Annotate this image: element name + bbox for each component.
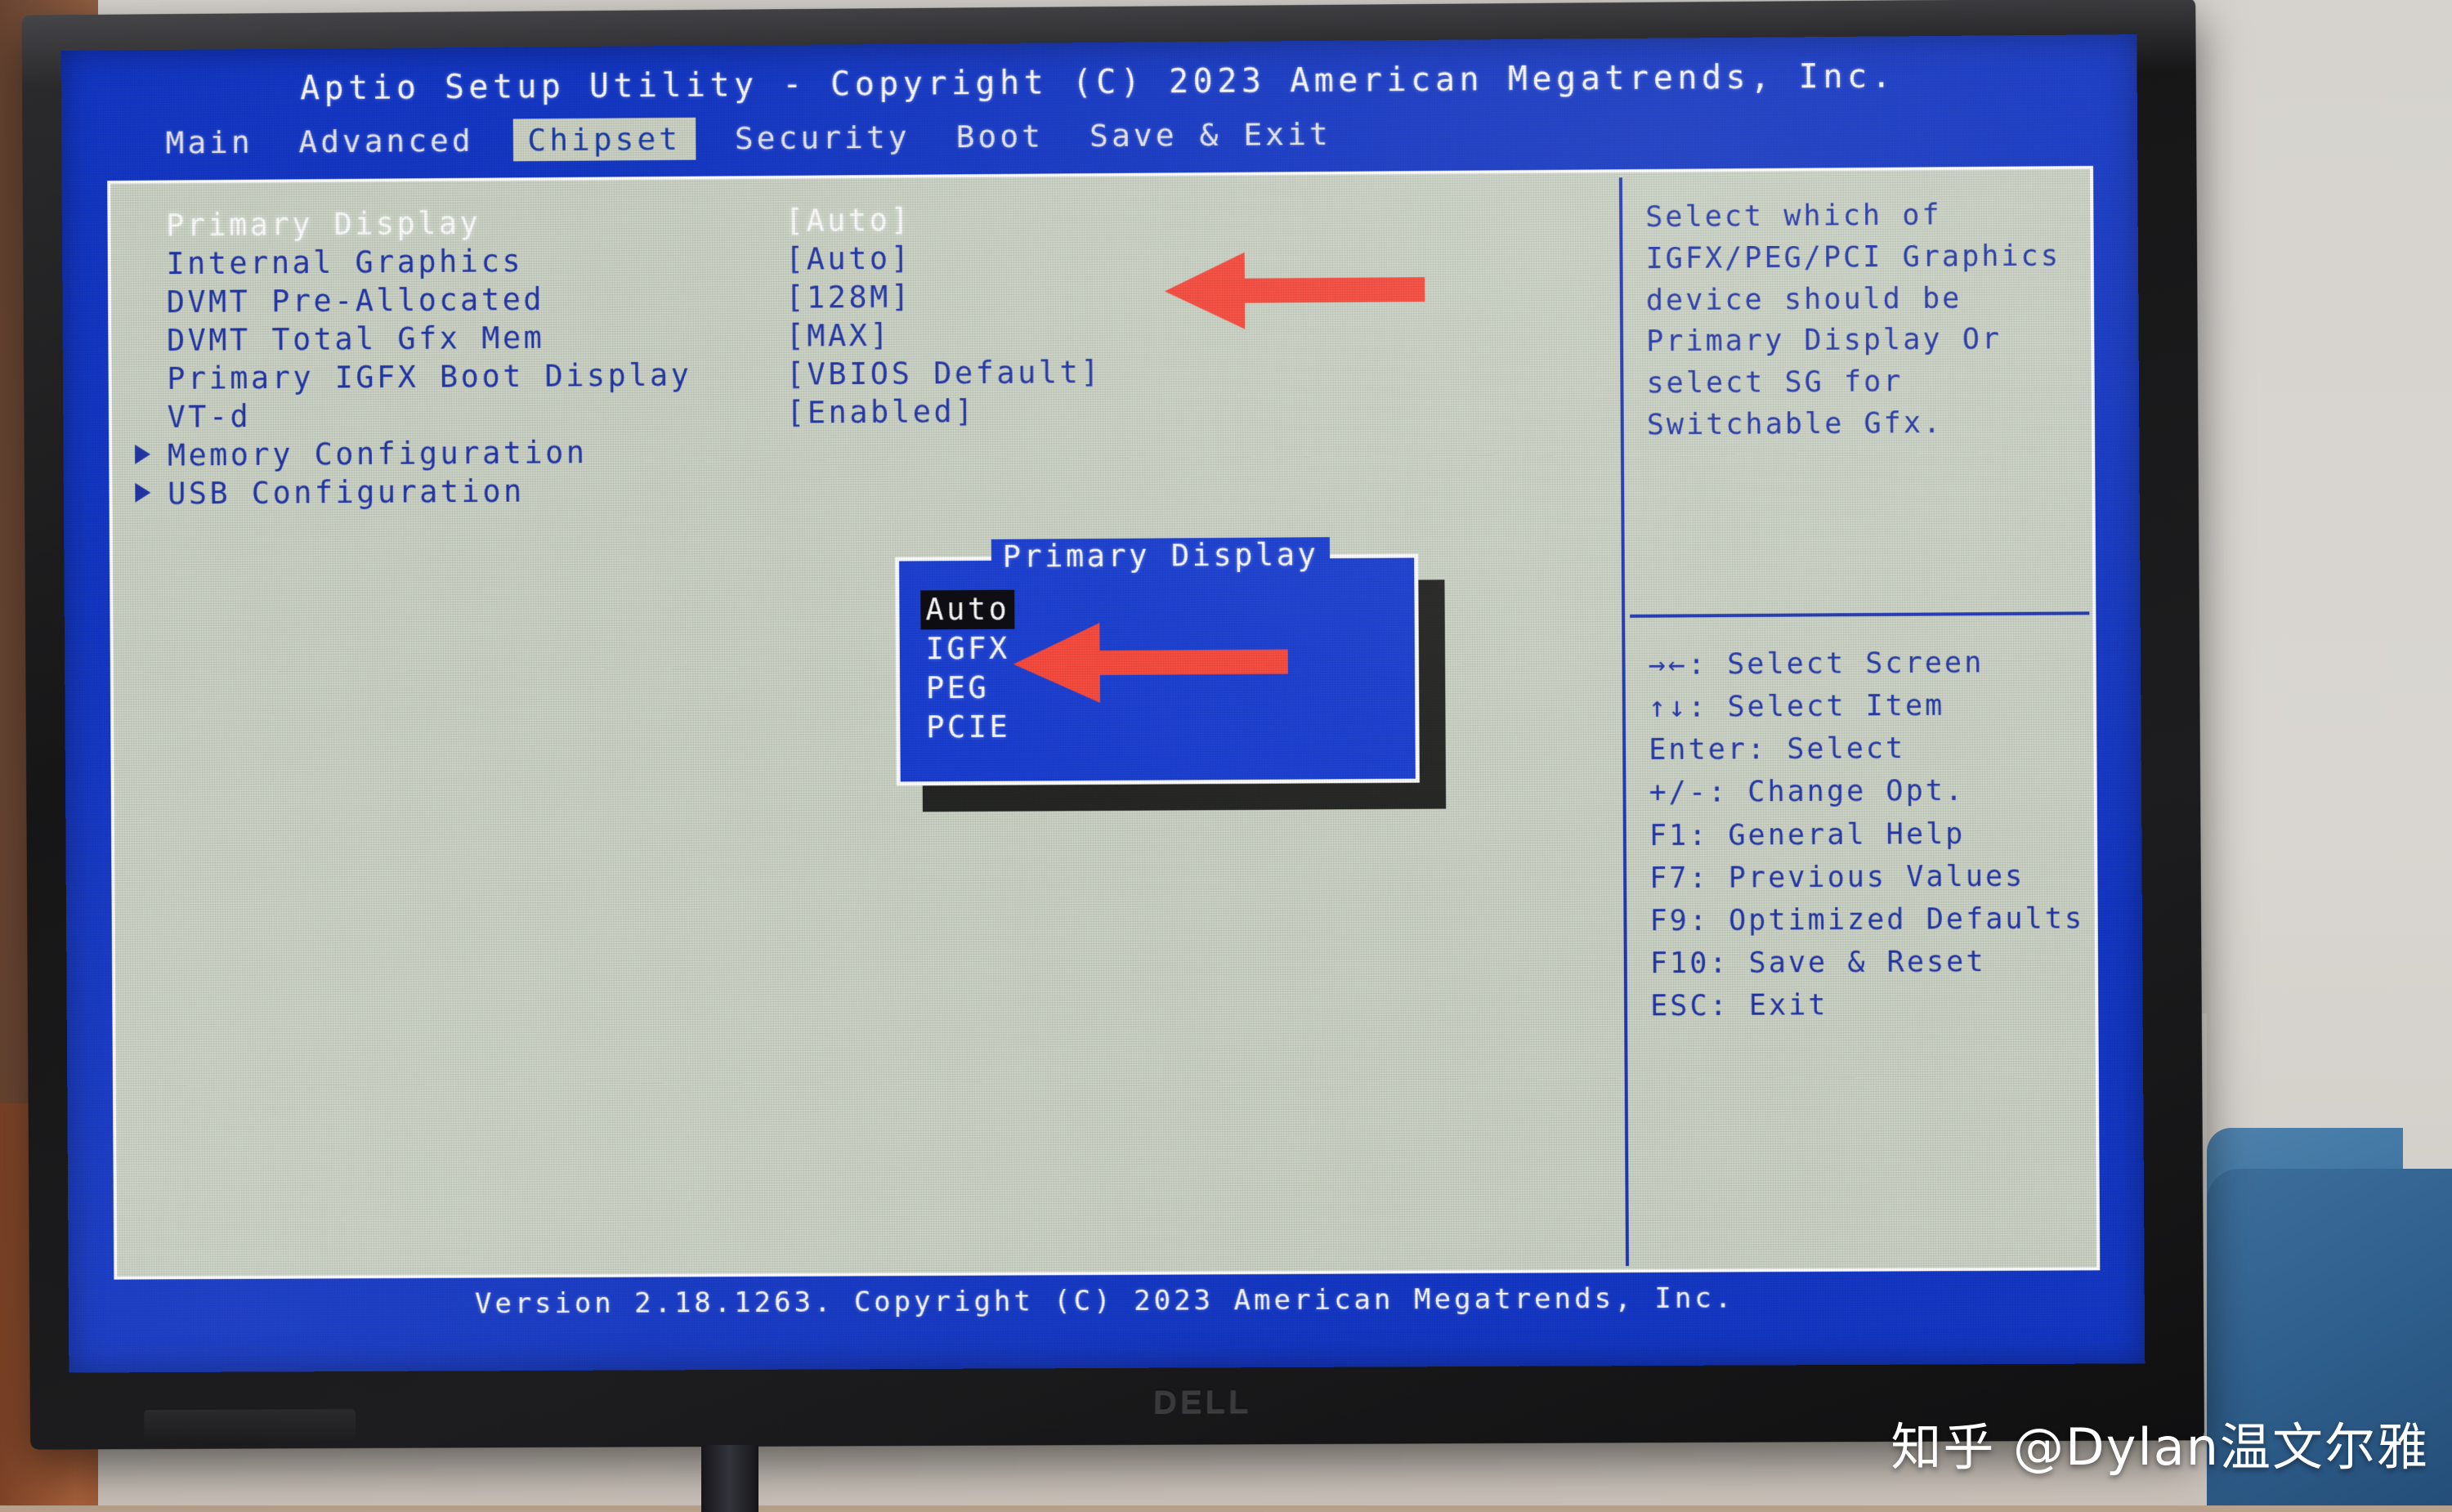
setting-value[interactable]: [Enabled] bbox=[786, 394, 976, 431]
settings-list[interactable]: Primary Display [Auto] Internal Graphics [A… bbox=[135, 199, 1103, 513]
menu-tab-chipset[interactable]: Chipset bbox=[512, 117, 696, 162]
vertical-divider bbox=[1618, 177, 1630, 1267]
popup-option-igfx[interactable]: IGFX bbox=[921, 629, 1015, 669]
popup-option-row[interactable]: IGFX bbox=[921, 629, 1015, 669]
setting-label: USB Configuration bbox=[168, 473, 525, 512]
bios-footer-version: Version 2.18.1263. Copyright (C) 2023 Am… bbox=[474, 1282, 1735, 1321]
monitor-osd-buttons[interactable] bbox=[144, 1409, 356, 1445]
key-legend-item: F9: Optimized Defaults bbox=[1649, 902, 2085, 938]
setting-value[interactable]: [MAX] bbox=[785, 318, 891, 354]
submenu-arrow-icon bbox=[135, 444, 151, 464]
popup-title: Primary Display bbox=[899, 536, 1422, 575]
bios-menu-bar[interactable]: Main Advanced Chipset Security Boot Save & Ex… bbox=[61, 106, 2137, 169]
setting-row[interactable]: USB Configuration bbox=[135, 468, 1103, 513]
setting-label: Internal Graphics bbox=[166, 244, 524, 282]
menu-tab-advanced[interactable]: Advanced bbox=[292, 119, 480, 163]
popup-option-row[interactable]: PCIE bbox=[921, 708, 1015, 748]
popup-option-pcie[interactable]: PCIE bbox=[921, 708, 1015, 748]
popup-option-row[interactable]: Auto bbox=[920, 589, 1015, 630]
popup-option-row[interactable]: PEG bbox=[921, 669, 1015, 709]
setting-label: DVMT Pre-Allocated bbox=[166, 281, 545, 320]
help-text: Select which of IGFX/PEG/PCI Graphics de… bbox=[1645, 199, 2061, 442]
setting-row[interactable]: Primary Display [Auto] bbox=[166, 199, 1101, 244]
dell-logo: DELL bbox=[1152, 1384, 1252, 1420]
monitor-stand-neck bbox=[701, 1445, 758, 1512]
watermark: 知乎 @Dylan温文尔雅 bbox=[1890, 1417, 2429, 1477]
key-legend-item: F10: Save & Reset bbox=[1649, 946, 1986, 981]
setting-label: Primary Display bbox=[166, 205, 481, 244]
setting-row[interactable]: Internal Graphics [Auto] bbox=[166, 238, 1101, 283]
dell-monitor: DELL Aptio Setup Utility - Copyright (C)… bbox=[21, 0, 2205, 1512]
menu-tab-main[interactable]: Main bbox=[159, 121, 259, 164]
key-legend-item: F7: Previous Values bbox=[1649, 860, 2025, 895]
setting-value[interactable]: [VBIOS Default] bbox=[786, 355, 1103, 392]
setting-label: DVMT Total Gfx Mem bbox=[166, 320, 545, 359]
setting-label: VT-d bbox=[167, 399, 252, 435]
bios-title: Aptio Setup Utility - Copyright (C) 2023… bbox=[300, 57, 1896, 108]
setting-row[interactable]: VT-d [Enabled] bbox=[167, 391, 1102, 436]
key-legend: →←: Select Screen ↑↓: Select Item Enter: S… bbox=[1648, 641, 2110, 1027]
popup-option-peg[interactable]: PEG bbox=[921, 669, 995, 709]
menu-tab-save-exit[interactable]: Save & Exit bbox=[1083, 113, 1338, 157]
bios-screen: Aptio Setup Utility - Copyright (C) 2023… bbox=[60, 34, 2146, 1373]
popup-title-text: Primary Display bbox=[991, 537, 1331, 575]
setting-value[interactable]: [Auto] bbox=[785, 203, 912, 239]
menu-tab-security[interactable]: Security bbox=[728, 116, 917, 160]
setting-row[interactable]: Primary IGFX Boot Display [VBIOS Default] bbox=[167, 353, 1102, 398]
setting-row[interactable]: Memory Configuration bbox=[135, 430, 1103, 475]
horizontal-divider bbox=[1630, 611, 2090, 618]
key-legend-item: Enter: Select bbox=[1649, 732, 1906, 767]
setting-label: Memory Configuration bbox=[167, 435, 588, 473]
popup-option-auto[interactable]: Auto bbox=[920, 589, 1015, 630]
key-legend-item: ESC: Exit bbox=[1650, 989, 1828, 1023]
setting-value[interactable]: [Auto] bbox=[785, 241, 912, 277]
key-legend-item: →←: Select Screen bbox=[1648, 646, 1984, 682]
setting-value[interactable]: [128M] bbox=[785, 280, 912, 315]
key-legend-item: ↑↓: Select Item bbox=[1648, 689, 1945, 725]
primary-display-popup[interactable]: Primary Display Auto IGFX PEG PCIE bbox=[895, 537, 1420, 786]
setting-label: Primary IGFX Boot Display bbox=[167, 357, 692, 396]
submenu-arrow-icon bbox=[135, 482, 151, 503]
setting-row[interactable]: DVMT Total Gfx Mem [MAX] bbox=[167, 315, 1102, 360]
menu-tab-boot[interactable]: Boot bbox=[949, 114, 1050, 158]
key-legend-item: F1: General Help bbox=[1649, 817, 1966, 852]
key-legend-item: +/-: Change Opt. bbox=[1649, 775, 1966, 810]
setting-row[interactable]: DVMT Pre-Allocated [128M] bbox=[167, 276, 1102, 321]
